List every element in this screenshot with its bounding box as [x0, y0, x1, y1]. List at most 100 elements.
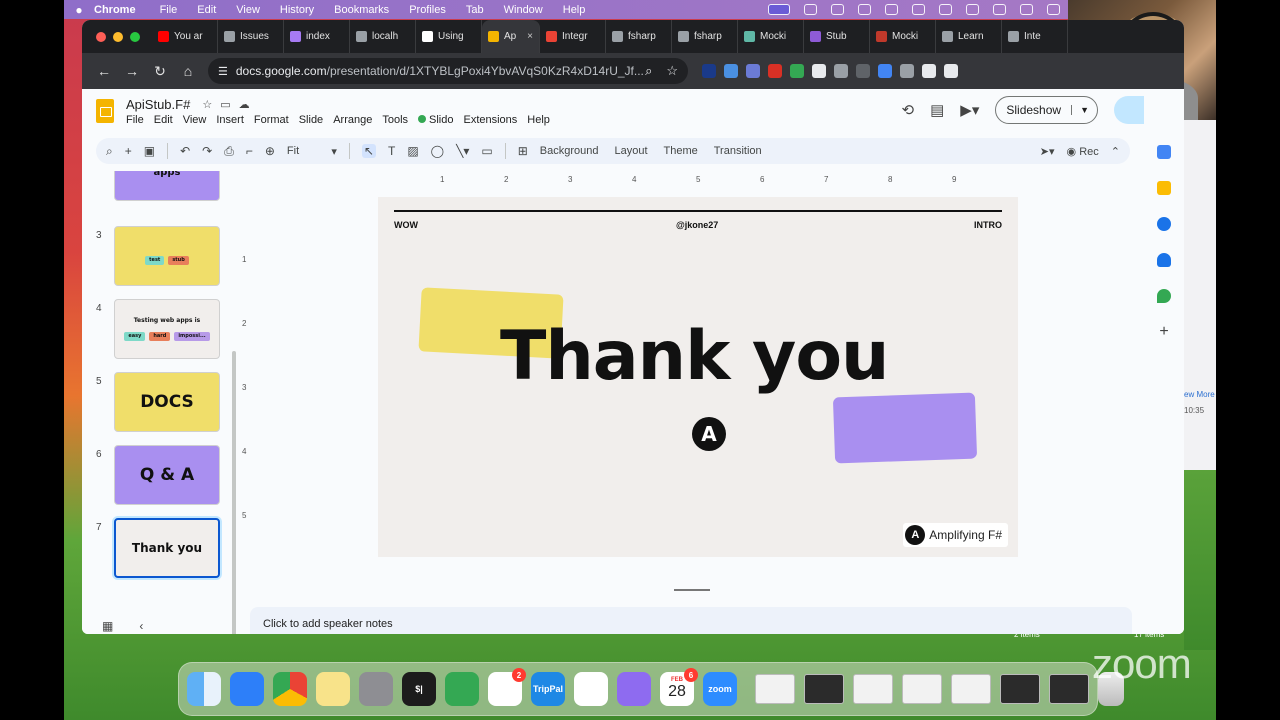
new-slide-icon[interactable]: + [125, 144, 132, 158]
extension-icon[interactable] [746, 64, 760, 78]
filmstrip-item[interactable]: 6 Q & A [82, 445, 232, 509]
extension-icon[interactable] [856, 64, 870, 78]
minimized-window[interactable] [755, 674, 795, 704]
slide-thumbnail[interactable]: test stub [114, 226, 220, 286]
browser-tab[interactable]: fsharp [672, 20, 738, 53]
minimized-window[interactable] [902, 674, 942, 704]
minimize-window-button[interactable] [113, 31, 123, 42]
status-icon[interactable] [912, 4, 925, 15]
grid-view-icon[interactable]: ▦ [102, 619, 113, 633]
status-icon[interactable] [831, 4, 844, 15]
minimized-window[interactable] [1049, 674, 1089, 704]
image-icon[interactable]: ▨ [407, 144, 418, 158]
theme-button[interactable]: Theme [664, 145, 698, 157]
menu-window[interactable]: Window [504, 4, 543, 16]
notes-icon[interactable] [316, 672, 350, 706]
pointer-icon[interactable]: ➤▾ [1040, 145, 1055, 158]
app-menu-file[interactable]: File [126, 114, 144, 126]
menu-profiles[interactable]: Profiles [409, 4, 446, 16]
browser-tab[interactable]: Mocki [870, 20, 936, 53]
select-cursor-icon[interactable]: ↖ [361, 144, 376, 158]
forward-icon[interactable]: → [118, 63, 146, 79]
extension-icon[interactable] [922, 64, 936, 78]
move-folder-icon[interactable]: ▭ [220, 98, 230, 111]
slack-icon[interactable]: 2 [488, 668, 526, 706]
slide-thumbnail[interactable]: DOCS [114, 372, 220, 432]
app-menu-help[interactable]: Help [527, 114, 550, 126]
collapse-filmstrip-icon[interactable]: ‹ [139, 619, 143, 633]
screen-record-icon[interactable] [768, 4, 790, 15]
zoom-lens-icon[interactable]: ⌕ [645, 63, 652, 79]
status-icon[interactable] [804, 4, 817, 15]
comment-add-icon[interactable]: ⊞ [518, 144, 528, 158]
browser-tab[interactable]: localh [350, 20, 416, 53]
comments-icon[interactable]: ▤ [930, 101, 944, 119]
close-window-button[interactable] [96, 31, 106, 42]
mail-icon[interactable] [230, 672, 264, 706]
filmstrip-item[interactable]: 3 test stub [82, 226, 232, 290]
rec-button[interactable]: ◉ Rec [1067, 145, 1099, 158]
minimized-window[interactable] [853, 674, 893, 704]
browser-tab[interactable]: Ap × [482, 20, 540, 53]
slide-thumbnail[interactable]: Thank you [114, 518, 220, 578]
keep-icon[interactable] [1157, 181, 1171, 195]
close-tab-icon[interactable]: × [527, 31, 533, 42]
back-icon[interactable]: ← [90, 63, 118, 79]
menu-history[interactable]: History [280, 4, 314, 16]
collapse-toolbar-icon[interactable]: ⌃ [1111, 145, 1120, 158]
extension-icon[interactable] [768, 64, 782, 78]
browser-tab[interactable]: Learn [936, 20, 1002, 53]
app-menu-extensions[interactable]: Extensions [463, 114, 517, 126]
version-history-icon[interactable]: ⟲ [902, 101, 915, 119]
bookmark-star-icon[interactable]: ☆ [666, 63, 678, 79]
status-icon[interactable] [939, 4, 952, 15]
browser-tab[interactable]: Inte [1002, 20, 1068, 53]
status-icon[interactable] [885, 4, 898, 15]
browser-tab[interactable]: You ar [152, 20, 218, 53]
menu-bookmarks[interactable]: Bookmarks [334, 4, 389, 16]
filmstrip-item[interactable]: 4 Testing web apps is easy hard impossi... [82, 299, 232, 363]
layout-icon[interactable]: ▣ [144, 144, 155, 158]
extension-icon[interactable] [900, 64, 914, 78]
browser-tab[interactable]: Using [416, 20, 482, 53]
terminal-icon[interactable]: $| [402, 672, 436, 706]
menu-edit[interactable]: Edit [197, 4, 216, 16]
contacts-icon[interactable] [1157, 253, 1171, 267]
slide-thumbnail[interactable]: Testing web apps is easy hard impossi... [114, 299, 220, 359]
calendar-icon[interactable]: FEB 28 6 [660, 668, 698, 706]
chevron-down-icon[interactable]: ▼ [1071, 105, 1097, 115]
browser-tab[interactable]: Stub [804, 20, 870, 53]
extension-icon[interactable] [724, 64, 738, 78]
battery-icon[interactable] [993, 4, 1006, 15]
app-menu-arrange[interactable]: Arrange [333, 114, 372, 126]
calendar-icon[interactable] [1157, 145, 1171, 159]
shape-icon[interactable]: ◯ [431, 144, 444, 158]
slide-thumbnail[interactable]: Q & A [114, 445, 220, 505]
speaker-notes[interactable]: Click to add speaker notes [250, 607, 1132, 634]
layout-button[interactable]: Layout [614, 145, 647, 157]
app-menu-slido[interactable]: Slido [418, 114, 453, 126]
zoom-icon[interactable]: ⊕ [265, 144, 275, 158]
menu-view[interactable]: View [236, 4, 260, 16]
doc-title[interactable]: ApiStub.F# [126, 97, 190, 112]
menu-tab[interactable]: Tab [466, 4, 484, 16]
video-icon[interactable]: ▭ [481, 144, 492, 158]
zoom-select[interactable]: Fit ▾ [287, 145, 337, 158]
slides-logo-icon[interactable] [96, 99, 114, 123]
minimized-window[interactable] [951, 674, 991, 704]
vscode-icon[interactable] [574, 672, 608, 706]
transition-button[interactable]: Transition [714, 145, 762, 157]
filmstrip-item[interactable]: 7 Thank you [82, 518, 232, 582]
slide-title[interactable]: Thank you [500, 317, 889, 396]
apple-icon[interactable]: ● [64, 3, 94, 17]
app-menu-format[interactable]: Format [254, 114, 289, 126]
undo-icon[interactable]: ↶ [180, 144, 190, 158]
background-button[interactable]: Background [540, 145, 599, 157]
app-menu-slide[interactable]: Slide [299, 114, 323, 126]
brand-badge[interactable]: A Amplifying F# [903, 523, 1008, 547]
zoom-window-button[interactable] [130, 31, 140, 42]
chrome-icon[interactable] [273, 672, 307, 706]
finder-icon[interactable] [187, 672, 221, 706]
tasks-icon[interactable] [1157, 217, 1171, 231]
app-menu-insert[interactable]: Insert [216, 114, 244, 126]
